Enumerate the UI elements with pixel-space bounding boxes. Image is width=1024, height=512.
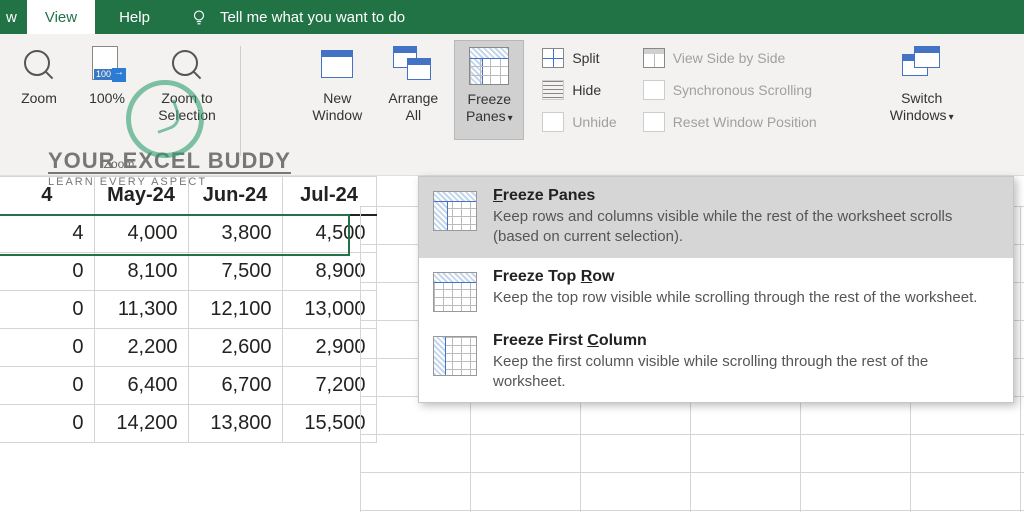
arrange-all-button[interactable]: Arrange All — [378, 40, 448, 140]
menu-item-freeze-first-column[interactable]: Freeze First Column Keep the first colum… — [419, 322, 1013, 403]
col-header-partial[interactable]: 4 — [0, 177, 94, 215]
ribbon-view: Zoom 100 100% Zoom to Selection Zoom New… — [0, 34, 1024, 176]
reset-window-position-button: Reset Window Position — [637, 108, 867, 136]
chevron-down-icon: ▾ — [508, 113, 513, 124]
tab-view[interactable]: View — [27, 0, 95, 34]
group-zoom: Zoom 100 100% Zoom to Selection Zoom — [0, 40, 238, 175]
menu-item-freeze-top-row[interactable]: Freeze Top Row Keep the top row visible … — [419, 258, 1013, 322]
menu-item-freeze-panes[interactable]: Freeze Panes Keep rows and columns visib… — [419, 177, 1013, 258]
table-row: 02,2002,6002,900 — [0, 329, 376, 367]
zoom-button[interactable]: Zoom — [8, 40, 70, 140]
menu-item-description: Keep the top row visible while scrolling… — [493, 288, 977, 308]
freeze-panes-button[interactable]: Freeze Panes▾ — [454, 40, 524, 140]
view-side-by-side-button: View Side by Side — [637, 44, 867, 72]
switch-windows-button[interactable]: Switch Windows▾ — [879, 40, 965, 140]
sync-scroll-icon — [643, 80, 665, 100]
data-table[interactable]: 4 May-24 Jun-24 Jul-24 44,0003,8004,500 … — [0, 176, 377, 443]
chevron-down-icon: ▾ — [949, 112, 954, 123]
reset-position-icon — [643, 112, 665, 132]
table-row: 011,30012,10013,000 — [0, 291, 376, 329]
ribbon-divider — [240, 46, 241, 156]
table-row: 44,0003,8004,500 — [0, 215, 376, 253]
new-window-button[interactable]: New Window — [302, 40, 372, 140]
menu-item-title: Freeze Panes — [493, 187, 999, 205]
tell-me-search[interactable]: Tell me what you want to do — [190, 8, 405, 26]
window-small-buttons-2: View Side by Side Synchronous Scrolling … — [637, 40, 867, 136]
page-100-icon: 100 — [88, 46, 126, 84]
col-header[interactable]: Jun-24 — [188, 177, 282, 215]
zoom-to-selection-button[interactable]: Zoom to Selection — [144, 40, 230, 140]
tab-help[interactable]: Help — [101, 0, 168, 34]
synchronous-scrolling-button: Synchronous Scrolling — [637, 76, 867, 104]
new-window-icon — [317, 46, 357, 84]
arrange-all-icon — [393, 46, 433, 84]
menu-item-title: Freeze First Column — [493, 332, 999, 350]
table-row: 06,4006,7007,200 — [0, 367, 376, 405]
menu-item-title: Freeze Top Row — [493, 268, 977, 286]
magnifier-selection-icon — [170, 48, 204, 82]
tell-me-label: Tell me what you want to do — [220, 9, 405, 26]
menu-item-description: Keep the first column visible while scro… — [493, 352, 999, 393]
group-window: New Window Arrange All Freeze Panes▾ Spl… — [243, 40, 1024, 175]
tab-previous-partial[interactable]: w — [0, 0, 27, 34]
freeze-panes-dropdown: Freeze Panes Keep rows and columns visib… — [418, 176, 1014, 403]
unhide-icon — [542, 112, 564, 132]
side-by-side-icon — [643, 48, 665, 68]
freeze-panes-option-icon — [433, 191, 477, 231]
menu-item-description: Keep rows and columns visible while the … — [493, 207, 999, 248]
table-row: 08,1007,5008,900 — [0, 253, 376, 291]
hide-button[interactable]: Hide — [536, 76, 622, 104]
hide-icon — [542, 80, 564, 100]
ribbon-tabs: w View Help Tell me what you want to do — [0, 0, 1024, 34]
freeze-first-column-icon — [433, 336, 477, 376]
magnifier-icon — [22, 48, 56, 82]
switch-windows-icon — [902, 46, 942, 84]
unhide-button: Unhide — [536, 108, 622, 136]
split-icon — [542, 48, 564, 68]
lightbulb-icon — [190, 8, 208, 26]
freeze-top-row-icon — [433, 272, 477, 312]
group-label-zoom: Zoom — [0, 157, 238, 171]
split-button[interactable]: Split — [536, 44, 622, 72]
table-row: 014,20013,80015,500 — [0, 405, 376, 443]
col-header[interactable]: May-24 — [94, 177, 188, 215]
freeze-panes-icon — [469, 47, 509, 85]
header-row: 4 May-24 Jun-24 Jul-24 — [0, 177, 376, 215]
window-small-buttons-1: Split Hide Unhide — [536, 40, 622, 136]
zoom-100-button[interactable]: 100 100% — [76, 40, 138, 140]
